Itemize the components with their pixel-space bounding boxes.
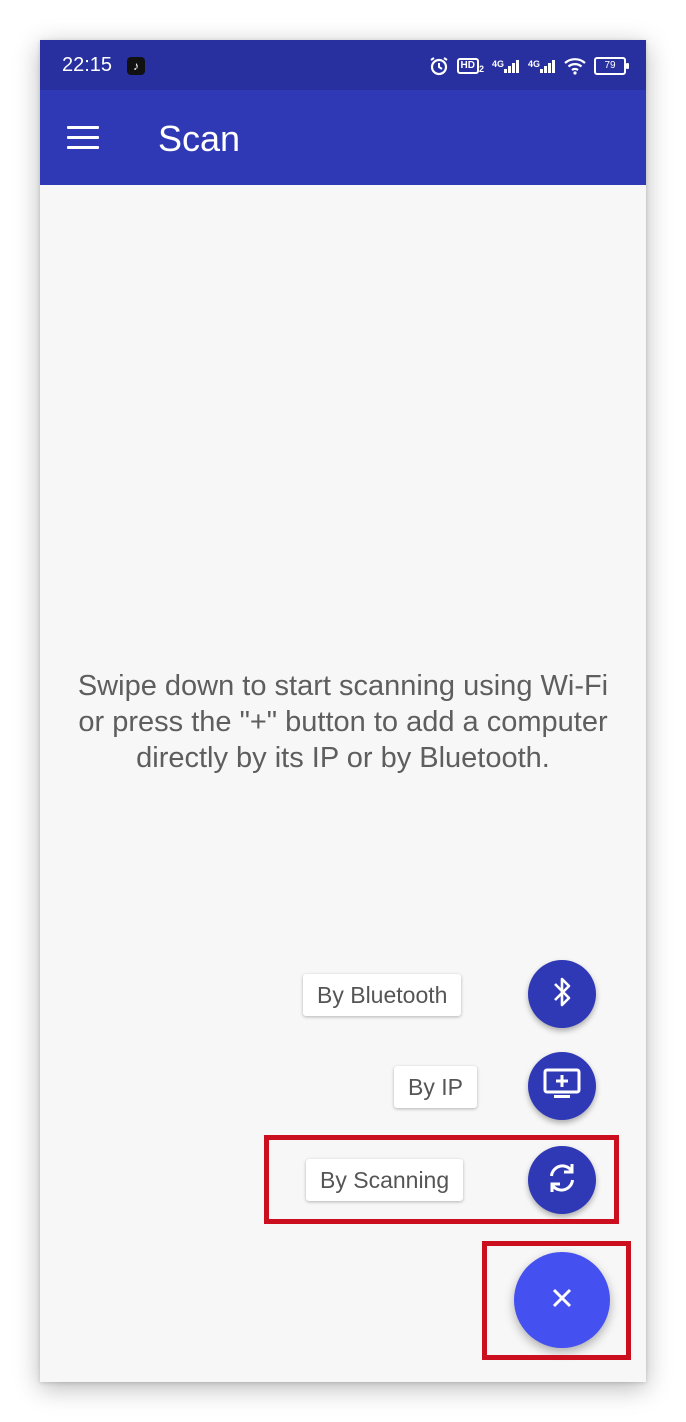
app-bar: Scan xyxy=(40,90,646,185)
status-bar: 22:15 ♪ HD 2 4G 4G 79 xyxy=(40,40,646,90)
battery-icon: 79 xyxy=(594,57,629,75)
status-icons: HD 2 4G 4G 79 xyxy=(429,54,629,78)
hd-label: HD xyxy=(456,58,479,74)
monitor-add-icon xyxy=(542,1067,582,1106)
alarm-icon xyxy=(429,56,449,76)
net1-label: 4G xyxy=(491,59,504,69)
status-time: 22:15 xyxy=(62,54,113,76)
highlight-by-scanning xyxy=(264,1135,619,1224)
by-bluetooth-label[interactable]: By Bluetooth xyxy=(303,974,462,1016)
tiktok-icon: ♪ xyxy=(127,57,145,75)
by-ip-label[interactable]: By IP xyxy=(394,1066,477,1108)
hd-icon: HD 2 xyxy=(456,58,484,74)
menu-icon[interactable] xyxy=(67,126,99,150)
bluetooth-button[interactable] xyxy=(528,960,596,1028)
hd-sub: 2 xyxy=(478,64,484,74)
phone-screen: 22:15 ♪ HD 2 4G 4G 79 Scan Swipe down to… xyxy=(40,40,646,1382)
signal-4g-icon-2: 4G xyxy=(528,59,556,73)
wifi-icon xyxy=(564,57,586,75)
bluetooth-icon xyxy=(549,975,575,1014)
page-title: Scan xyxy=(158,118,241,159)
signal-4g-icon: 4G xyxy=(492,59,520,73)
by-ip-button[interactable] xyxy=(528,1052,596,1120)
empty-state-message: Swipe down to start scanning using Wi-Fi… xyxy=(77,670,609,774)
highlight-close-fab xyxy=(482,1241,631,1360)
net2-label: 4G xyxy=(527,59,540,69)
